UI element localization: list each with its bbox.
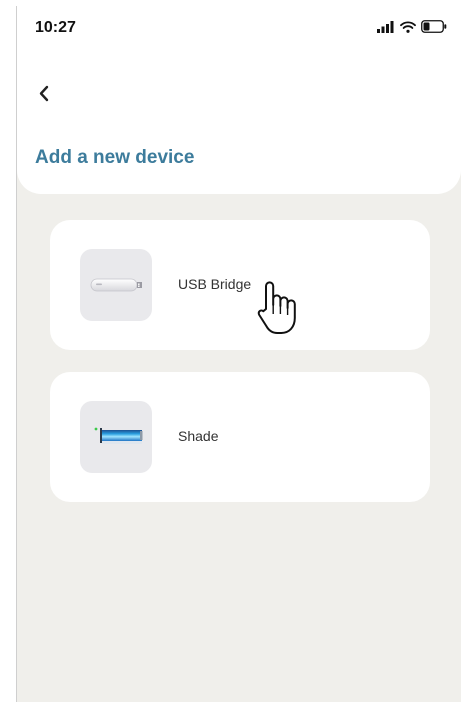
status-icons	[377, 20, 447, 38]
header-card: 10:27 Add a new device	[17, 6, 461, 194]
wifi-icon	[400, 20, 416, 38]
back-button[interactable]	[33, 82, 57, 106]
device-label-usb-bridge: USB Bridge	[178, 276, 252, 292]
shade-motor-icon	[80, 401, 152, 473]
device-card-usb-bridge[interactable]: USB Bridge	[50, 220, 430, 350]
device-card-shade[interactable]: Shade	[50, 372, 430, 502]
status-time: 10:27	[35, 19, 76, 36]
signal-icon	[377, 20, 395, 38]
chevron-left-icon	[33, 85, 57, 110]
page-title: Add a new device	[35, 147, 195, 168]
usb-bridge-icon	[80, 249, 152, 321]
device-label-shade: Shade	[178, 428, 219, 444]
app-screen: 10:27 Add a new device USB Bridge Shade	[16, 6, 461, 702]
battery-icon	[421, 20, 447, 38]
